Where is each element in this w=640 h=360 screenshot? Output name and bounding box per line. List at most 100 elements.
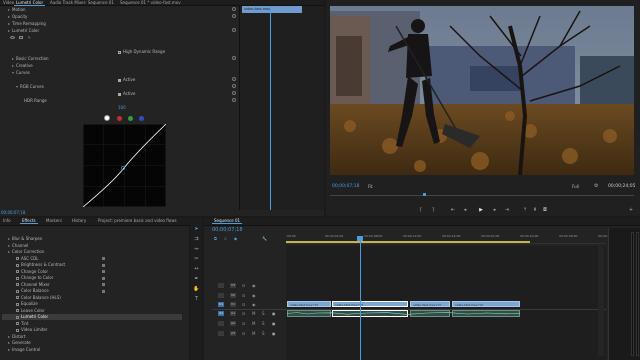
curve-white-selector[interactable]	[104, 115, 110, 121]
curve-blue-selector[interactable]	[139, 116, 144, 121]
effects-item[interactable]: Tint	[2, 321, 182, 327]
effects-item[interactable]: Equalize	[2, 301, 182, 307]
type-tool-icon[interactable]: T	[193, 296, 200, 303]
row-curves-active[interactable]: Active	[0, 76, 239, 83]
selection-tool-icon[interactable]: ➤	[193, 226, 200, 233]
row-hdr-range[interactable]: HDR Range	[0, 97, 239, 104]
eye-icon[interactable]: ◉	[252, 302, 256, 307]
effects-folder[interactable]: Color Correction	[2, 249, 182, 255]
mute-icon[interactable]: M	[252, 321, 255, 326]
eye-icon[interactable]: ◉	[252, 283, 256, 288]
row-high-dynamic-range[interactable]: High Dynamic Range	[0, 48, 239, 55]
tab-effects[interactable]: Effects	[20, 218, 38, 224]
lock-icon[interactable]: ⊡	[242, 293, 245, 298]
effects-folder[interactable]: Channel	[2, 243, 182, 249]
go-to-in-icon[interactable]: ⇤	[450, 207, 456, 213]
play-icon[interactable]: ▶	[478, 207, 484, 213]
effects-item[interactable]: Lumetri Color	[2, 314, 182, 320]
lock-icon[interactable]: ⊡	[242, 283, 245, 288]
lock-icon[interactable]: ⊡	[242, 311, 245, 316]
effects-item[interactable]: Leave Color	[2, 308, 182, 314]
track-label[interactable]: V2	[230, 292, 236, 298]
row-rgb-active[interactable]: Active	[0, 90, 239, 97]
effects-folder[interactable]: Image Control	[2, 347, 182, 353]
source-patch-toggle[interactable]: A1	[218, 311, 224, 316]
mark-out-icon[interactable]: ⌉	[430, 207, 436, 213]
fit-dropdown[interactable]: Fit	[368, 184, 373, 189]
source-patch-toggle[interactable]	[218, 292, 224, 298]
mic-icon[interactable]: ●	[272, 321, 276, 326]
effects-item[interactable]: Change Color	[2, 269, 182, 275]
effects-item[interactable]: Color Balance	[2, 288, 182, 294]
video-track-header[interactable]: V1 V1 ⊡ ◉	[212, 301, 286, 309]
curve-red-selector[interactable]	[117, 116, 122, 121]
timeline-scrollbar[interactable]	[598, 246, 604, 356]
linked-selection-icon[interactable]: ⊂	[224, 236, 227, 241]
program-timecode[interactable]: 00;00;07;18	[332, 184, 359, 189]
work-area-bar[interactable]	[286, 241, 530, 243]
snap-icon[interactable]: ⧉	[214, 236, 217, 241]
video-track-header[interactable]: V3 ⊡ ◉	[212, 282, 286, 290]
effects-folder[interactable]: Generate	[2, 340, 182, 346]
source-patch-toggle[interactable]	[218, 283, 224, 288]
row-curves[interactable]: Curves	[0, 69, 239, 76]
effects-item[interactable]: Channel Mixer	[2, 282, 182, 288]
source-patch-toggle[interactable]	[218, 321, 224, 326]
tab-markers[interactable]: Markers	[44, 218, 64, 224]
row-creative[interactable]: Creative	[0, 62, 239, 69]
go-to-out-icon[interactable]: ⇥	[504, 207, 510, 213]
row-motion[interactable]: Motion	[0, 6, 239, 13]
extract-icon[interactable]: ⇞	[532, 207, 538, 213]
pen-icon[interactable]: ✎	[28, 35, 31, 40]
ripple-edit-tool-icon[interactable]: ⟛	[193, 246, 200, 253]
track-select-tool-icon[interactable]: ⇉	[193, 236, 200, 243]
wrench-icon[interactable]: ⚙	[594, 183, 598, 189]
pen-tool-icon[interactable]: ✒	[193, 276, 200, 283]
slip-tool-icon[interactable]: ↔	[193, 266, 200, 273]
wrench-icon[interactable]: 🔧	[262, 236, 267, 241]
row-rgb-curves[interactable]: RGB Curves	[0, 83, 239, 90]
curves-active-checkbox[interactable]	[118, 78, 121, 82]
video-clip-4[interactable]: video-fast.mov [V]	[452, 301, 520, 307]
source-patch-toggle[interactable]	[218, 331, 224, 336]
video-clip-1[interactable]: video-fast.mov [V]	[287, 301, 331, 307]
tab-project[interactable]: Project: premiere basic and video flows	[96, 218, 179, 224]
hand-tool-icon[interactable]: ✋	[193, 286, 200, 293]
hdr-range-value[interactable]: 100	[0, 104, 239, 111]
lift-icon[interactable]: ⇡	[522, 207, 528, 213]
row-basic-correction[interactable]: Basic Correction	[0, 55, 239, 62]
audio-track-header[interactable]: A2 ⊡ M S ●	[212, 320, 286, 328]
row-lumetri-color[interactable]: Lumetri Color	[0, 27, 239, 34]
track-label[interactable]: A3	[230, 331, 236, 336]
effects-folder[interactable]: Distort	[2, 334, 182, 340]
add-marker-icon[interactable]: ◆	[234, 236, 237, 241]
track-label[interactable]: V1	[230, 302, 236, 307]
tab-history[interactable]: History	[70, 218, 88, 224]
solo-icon[interactable]: S	[262, 311, 265, 316]
solo-icon[interactable]: S	[262, 321, 265, 326]
effects-item[interactable]: Change to Color	[2, 275, 182, 281]
effects-folder[interactable]: Blur & Sharpen	[2, 236, 182, 242]
effects-item[interactable]: Color Balance (HLS)	[2, 295, 182, 301]
audio-track-header[interactable]: A3 ⊡ M S ●	[212, 330, 286, 338]
video-track-header[interactable]: V2 ⊡ ◉	[212, 292, 286, 300]
quality-dropdown[interactable]: Full	[572, 184, 579, 189]
tab-info[interactable]: Info	[1, 218, 13, 224]
mic-icon[interactable]: ●	[272, 311, 276, 316]
track-label[interactable]: A1	[230, 311, 236, 316]
rgb-curve-editor[interactable]	[83, 124, 166, 207]
timeline-timecode[interactable]: 00;00;07;18	[212, 227, 243, 233]
video-clip-3[interactable]: video-fast.mov [V]	[410, 301, 450, 307]
video-frame[interactable]	[330, 6, 634, 175]
track-label[interactable]: V3	[230, 283, 236, 288]
program-playhead[interactable]	[423, 193, 426, 196]
lock-icon[interactable]: ⊡	[242, 302, 245, 307]
hdr-checkbox[interactable]	[118, 50, 121, 54]
audio-track-header[interactable]: A1 A1 ⊡ M S ●	[212, 310, 286, 318]
export-frame-icon[interactable]: ◘	[542, 207, 548, 213]
mute-icon[interactable]: M	[252, 331, 255, 336]
track-label[interactable]: A2	[230, 321, 236, 326]
eye-icon[interactable]: ◉	[252, 293, 256, 298]
effects-item[interactable]: Brightness & Contrast	[2, 262, 182, 268]
tab-sequence-01[interactable]: Sequence 01	[212, 218, 243, 224]
